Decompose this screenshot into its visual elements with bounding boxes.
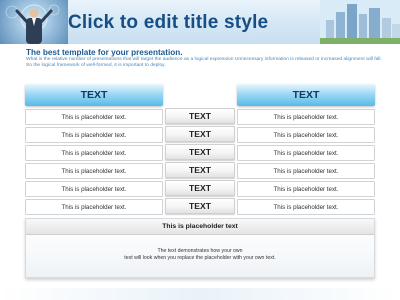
middle-label[interactable]: TEXT: [165, 144, 235, 160]
bottom-text-box: This is placeholder text The text demons…: [25, 218, 375, 278]
businessman-illustration: [5, 4, 60, 44]
left-cell[interactable]: This is placeholder text.: [25, 127, 163, 143]
slide: Click to edit title style The best templ…: [0, 0, 400, 300]
right-cell[interactable]: This is placeholder text.: [237, 127, 375, 143]
header-banner: Click to edit title style: [0, 0, 400, 44]
bottom-body-line-1[interactable]: The text demonstrates how your own: [26, 248, 374, 255]
middle-label[interactable]: TEXT: [165, 198, 235, 214]
left-column-header[interactable]: TEXT: [25, 84, 163, 106]
right-cell[interactable]: This is placeholder text.: [237, 163, 375, 179]
middle-label[interactable]: TEXT: [165, 126, 235, 142]
middle-label[interactable]: TEXT: [165, 108, 235, 124]
right-cell[interactable]: This is placeholder text.: [237, 199, 375, 215]
intro-text[interactable]: What is the relative number of presentat…: [26, 57, 386, 70]
businessman-photo: [0, 0, 68, 44]
page-title[interactable]: Click to edit title style: [68, 12, 268, 34]
city-skyline-image: [320, 0, 400, 44]
right-cell[interactable]: This is placeholder text.: [237, 181, 375, 197]
bottom-body-line-2[interactable]: text will look when you replace the plac…: [26, 255, 374, 262]
footer-strip: [0, 288, 400, 300]
right-cell[interactable]: This is placeholder text.: [237, 109, 375, 125]
bottom-box-body: The text demonstrates how your own text …: [26, 248, 374, 261]
right-cell[interactable]: This is placeholder text.: [237, 145, 375, 161]
subtitle[interactable]: The best template for your presentation.: [26, 48, 183, 57]
middle-label[interactable]: TEXT: [165, 180, 235, 196]
right-column-header[interactable]: TEXT: [237, 84, 375, 106]
left-cell[interactable]: This is placeholder text.: [25, 199, 163, 215]
left-cell[interactable]: This is placeholder text.: [25, 145, 163, 161]
middle-label[interactable]: TEXT: [165, 162, 235, 178]
left-cell[interactable]: This is placeholder text.: [25, 109, 163, 125]
left-cell[interactable]: This is placeholder text.: [25, 181, 163, 197]
bottom-box-title[interactable]: This is placeholder text: [26, 219, 374, 235]
left-cell[interactable]: This is placeholder text.: [25, 163, 163, 179]
